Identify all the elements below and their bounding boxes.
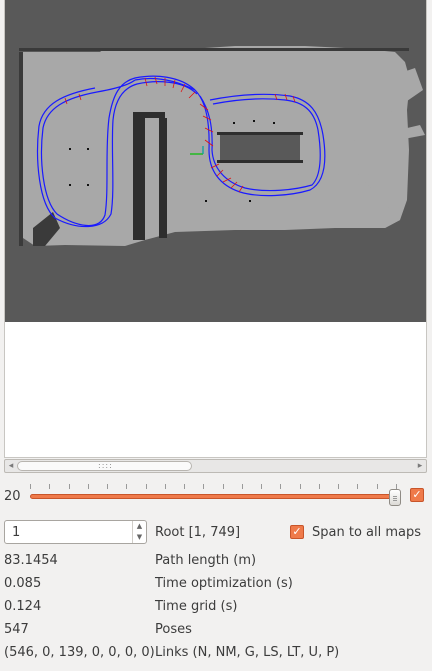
time-grid-label: Time grid (s) xyxy=(155,599,238,614)
root-label: Root [1, 749] xyxy=(155,525,241,540)
slider-tick xyxy=(88,484,89,489)
time-grid-value: 0.124 xyxy=(4,599,42,614)
slider-tick xyxy=(242,484,243,489)
slider-tick xyxy=(319,484,320,489)
links-label: Links (N, NM, G, LS, LT, U, P) xyxy=(155,645,340,660)
slider-tick xyxy=(69,484,70,489)
slider-ticks xyxy=(30,484,397,489)
path-length-value: 83.1454 xyxy=(4,553,58,568)
slider-tick xyxy=(338,484,339,489)
links-value: (546, 0, 139, 0, 0, 0, 0) xyxy=(4,645,155,660)
slider-tick xyxy=(203,484,204,489)
slider-tick xyxy=(107,484,108,489)
slider-tick xyxy=(223,484,224,489)
map-viewport[interactable] xyxy=(4,0,427,458)
grip-icon: :::: xyxy=(98,461,113,470)
slider-tick xyxy=(280,484,281,489)
slider-checkbox[interactable]: ✓ xyxy=(410,488,424,502)
iteration-slider-row: 20 ✓ xyxy=(0,480,432,510)
slider-tick xyxy=(300,484,301,489)
slider-tick xyxy=(357,484,358,489)
slider-tick xyxy=(146,484,147,489)
slider-tick xyxy=(126,484,127,489)
scrollbar-thumb[interactable]: :::: xyxy=(17,461,192,471)
map-id-spinbox[interactable]: 1 ▲ ▼ xyxy=(4,520,147,544)
scroll-left-arrow-icon[interactable]: ◂ xyxy=(5,460,17,472)
scroll-right-arrow-icon[interactable]: ▸ xyxy=(414,460,426,472)
slider-tick xyxy=(49,484,50,489)
horizontal-scrollbar[interactable]: ◂ :::: ▸ xyxy=(4,459,427,473)
slider-handle[interactable] xyxy=(389,489,401,506)
slider-tick xyxy=(165,484,166,489)
span-to-all-maps-checkbox[interactable]: ✓ xyxy=(290,525,304,539)
spin-up-icon[interactable]: ▲ xyxy=(133,521,146,532)
spin-down-icon[interactable]: ▼ xyxy=(133,532,146,543)
slider-tick xyxy=(377,484,378,489)
time-optimization-value: 0.085 xyxy=(4,576,42,591)
occupancy-grid-map[interactable] xyxy=(5,0,427,322)
span-to-all-maps-label: Span to all maps xyxy=(312,525,422,540)
slider-tick xyxy=(184,484,185,489)
poses-label: Poses xyxy=(155,622,192,637)
time-optimization-label: Time optimization (s) xyxy=(155,576,293,591)
slider-tick xyxy=(30,484,31,489)
slider-track[interactable] xyxy=(30,494,396,499)
spinbox-value[interactable]: 1 xyxy=(12,525,20,540)
slider-tick xyxy=(261,484,262,489)
poses-value: 547 xyxy=(4,622,29,637)
slider-value-label: 20 xyxy=(4,489,21,504)
path-length-label: Path length (m) xyxy=(155,553,257,568)
